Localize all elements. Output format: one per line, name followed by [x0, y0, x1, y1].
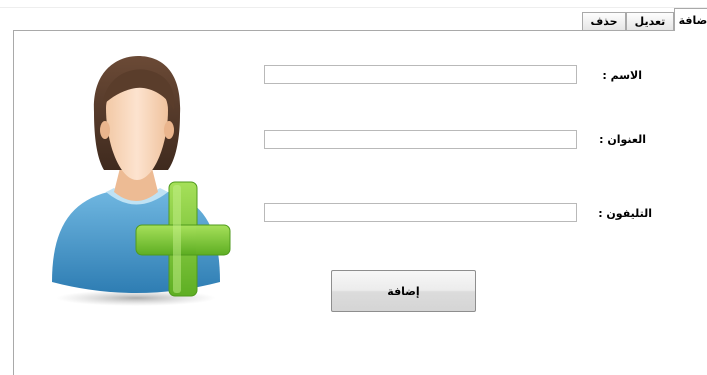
tab-add[interactable]: إضافة	[674, 8, 707, 31]
add-button[interactable]: إضافة	[331, 270, 476, 312]
tab-delete[interactable]: حذف	[582, 12, 626, 30]
phone-label: التليفون :	[598, 207, 652, 220]
window-top-line	[0, 7, 707, 8]
phone-input[interactable]	[264, 203, 577, 222]
address-input[interactable]	[264, 130, 577, 149]
name-label: الاسم :	[602, 69, 642, 82]
tab-edit[interactable]: تعديل	[626, 12, 674, 30]
name-input[interactable]	[264, 65, 577, 84]
address-label: العنوان :	[599, 133, 646, 146]
add-user-icon	[52, 56, 231, 306]
